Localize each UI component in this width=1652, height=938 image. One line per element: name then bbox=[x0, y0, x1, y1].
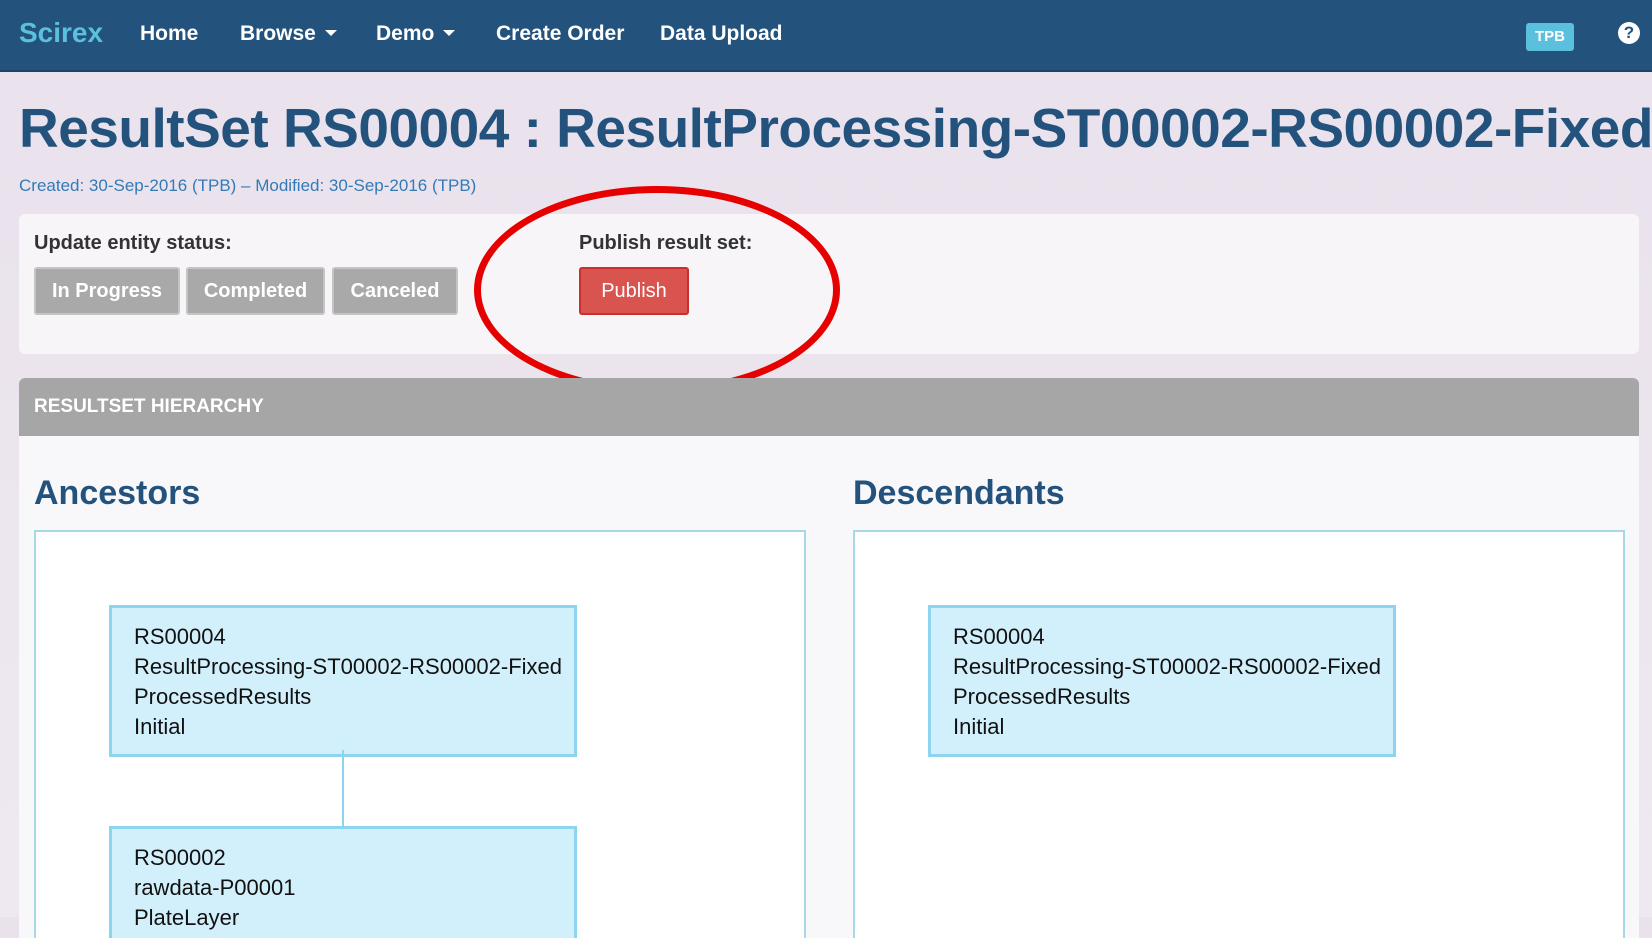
nav-browse-dropdown[interactable]: Browse bbox=[240, 22, 337, 46]
node-id: RS00004 bbox=[953, 624, 1045, 649]
node-status: Initial bbox=[953, 714, 1005, 739]
nav-demo-dropdown[interactable]: Demo bbox=[376, 22, 456, 46]
caret-down-icon bbox=[324, 30, 337, 36]
node-name: ResultProcessing-ST00002-RS00002-Fixed bbox=[134, 654, 562, 679]
node-name: rawdata-P00001 bbox=[134, 875, 296, 900]
node-name: ResultProcessing-ST00002-RS00002-Fixed bbox=[953, 654, 1381, 679]
brand-logo[interactable]: Scirex bbox=[19, 17, 103, 49]
tree-connector bbox=[342, 750, 344, 826]
red-highlight-annotation bbox=[474, 186, 840, 394]
user-badge[interactable]: TPB bbox=[1526, 23, 1574, 51]
in-progress-button[interactable]: In Progress bbox=[34, 267, 180, 315]
node-type: ProcessedResults bbox=[953, 684, 1131, 709]
node-type: ProcessedResults bbox=[134, 684, 312, 709]
nav-data-upload-label: Data Upload bbox=[660, 22, 783, 45]
resultset-hierarchy-panel: RESULTSET HIERARCHY Ancestors Descendant… bbox=[19, 378, 1639, 938]
tree-node[interactable]: RS00004 ResultProcessing-ST00002-RS00002… bbox=[928, 605, 1396, 757]
node-id: RS00004 bbox=[134, 624, 226, 649]
ancestors-tree: RS00004 ResultProcessing-ST00002-RS00002… bbox=[34, 530, 806, 938]
nav-create-order[interactable]: Create Order bbox=[496, 22, 624, 46]
descendants-title: Descendants bbox=[853, 474, 1065, 512]
tree-node[interactable]: RS00004 ResultProcessing-ST00002-RS00002… bbox=[109, 605, 577, 757]
nav-home-label: Home bbox=[140, 22, 199, 45]
node-status: Initial bbox=[134, 714, 186, 739]
nav-browse-label: Browse bbox=[240, 22, 316, 45]
question-circle-icon[interactable]: ? bbox=[1618, 22, 1640, 44]
nav-data-upload[interactable]: Data Upload bbox=[660, 22, 783, 46]
page-title: ResultSet RS00004 : ResultProcessing-ST0… bbox=[19, 97, 1652, 159]
ancestors-title: Ancestors bbox=[34, 474, 201, 512]
node-type: PlateLayer bbox=[134, 905, 240, 930]
tree-node[interactable]: RS00002 rawdata-P00001 PlateLayer bbox=[109, 826, 577, 938]
nav-home[interactable]: Home bbox=[140, 22, 198, 46]
canceled-button[interactable]: Canceled bbox=[332, 267, 458, 315]
nav-demo-label: Demo bbox=[376, 22, 435, 45]
top-navbar: Scirex Home Browse Demo Create Order Dat… bbox=[0, 0, 1652, 72]
node-id: RS00002 bbox=[134, 845, 226, 870]
update-status-label: Update entity status: bbox=[34, 232, 232, 254]
created-modified-meta: Created: 30-Sep-2016 (TPB) – Modified: 3… bbox=[19, 176, 477, 195]
hierarchy-header-label: RESULTSET HIERARCHY bbox=[34, 396, 264, 417]
caret-down-icon bbox=[443, 30, 456, 36]
completed-button[interactable]: Completed bbox=[186, 267, 325, 315]
hierarchy-header: RESULTSET HIERARCHY bbox=[19, 378, 1639, 436]
descendants-tree: RS00004 ResultProcessing-ST00002-RS00002… bbox=[853, 530, 1625, 938]
nav-create-order-label: Create Order bbox=[496, 22, 625, 45]
